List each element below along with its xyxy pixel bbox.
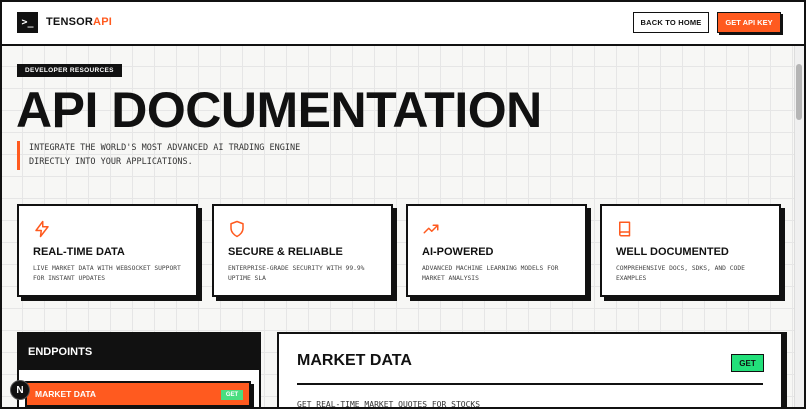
back-to-home-button[interactable]: BACK TO HOME	[633, 12, 709, 33]
feature-title: REAL-TIME DATA	[33, 246, 125, 258]
sidebar-item-label: MARKET DATA	[35, 389, 97, 399]
brand-name: TENSOR	[46, 16, 94, 28]
page-title: API DOCUMENTATION	[16, 82, 542, 138]
tagline-line-2: DIRECTLY INTO YOUR APPLICATIONS.	[29, 157, 193, 167]
tagline: INTEGRATE THE WORLD'S MOST ADVANCED AI T…	[17, 141, 357, 170]
top-nav: >_ TENSORAPI BACK TO HOME GET API KEY	[0, 0, 806, 46]
get-api-key-button[interactable]: GET API KEY	[717, 12, 781, 33]
book-icon	[619, 221, 631, 237]
feature-card-secure: SECURE & RELIABLE ENTERPRISE-GRADE SECUR…	[212, 204, 393, 297]
method-badge: GET	[221, 390, 243, 400]
brand-accent: API	[93, 16, 112, 28]
terminal-icon[interactable]: >_	[17, 12, 38, 33]
scrollbar-thumb[interactable]	[796, 64, 802, 120]
feature-card-real-time: REAL-TIME DATA LIVE MARKET DATA WITH WEB…	[17, 204, 198, 297]
feature-desc: ADVANCED MACHINE LEARNING MODELS FOR MAR…	[422, 265, 559, 282]
trending-up-icon	[423, 224, 439, 234]
tagline-line-1: INTEGRATE THE WORLD'S MOST ADVANCED AI T…	[29, 143, 301, 153]
feature-desc: COMPREHENSIVE DOCS, SDKS, AND CODE EXAMP…	[616, 265, 745, 282]
brand-logo[interactable]: TENSORAPI	[46, 16, 112, 28]
sidebar-heading: ENDPOINTS	[19, 334, 259, 370]
feature-title: AI-POWERED	[422, 246, 494, 258]
next-dev-badge[interactable]: N	[10, 380, 30, 400]
endpoint-description: GET REAL-TIME MARKET QUOTES FOR STOCKS	[297, 400, 481, 409]
endpoint-title: MARKET DATA	[297, 352, 412, 369]
lightning-icon	[35, 220, 49, 238]
feature-desc: ENTERPRISE-GRADE SECURITY WITH 99.9% UPT…	[228, 265, 365, 282]
section-badge: DEVELOPER RESOURCES	[17, 64, 122, 77]
feature-card-ai: AI-POWERED ADVANCED MACHINE LEARNING MOD…	[406, 204, 587, 297]
feature-desc: LIVE MARKET DATA WITH WEBSOCKET SUPPORT …	[33, 265, 181, 282]
endpoints-sidebar: ENDPOINTS MARKET DATA GET	[17, 332, 261, 409]
shield-icon	[230, 220, 244, 238]
feature-title: WELL DOCUMENTED	[616, 246, 729, 258]
endpoint-detail-panel: MARKET DATA GET GET REAL-TIME MARKET QUO…	[277, 332, 783, 409]
sidebar-item-market-data[interactable]: MARKET DATA GET	[25, 381, 251, 407]
feature-card-docs: WELL DOCUMENTED COMPREHENSIVE DOCS, SDKS…	[600, 204, 781, 297]
feature-title: SECURE & RELIABLE	[228, 246, 343, 258]
divider	[297, 383, 763, 385]
http-method-badge: GET	[731, 354, 764, 372]
